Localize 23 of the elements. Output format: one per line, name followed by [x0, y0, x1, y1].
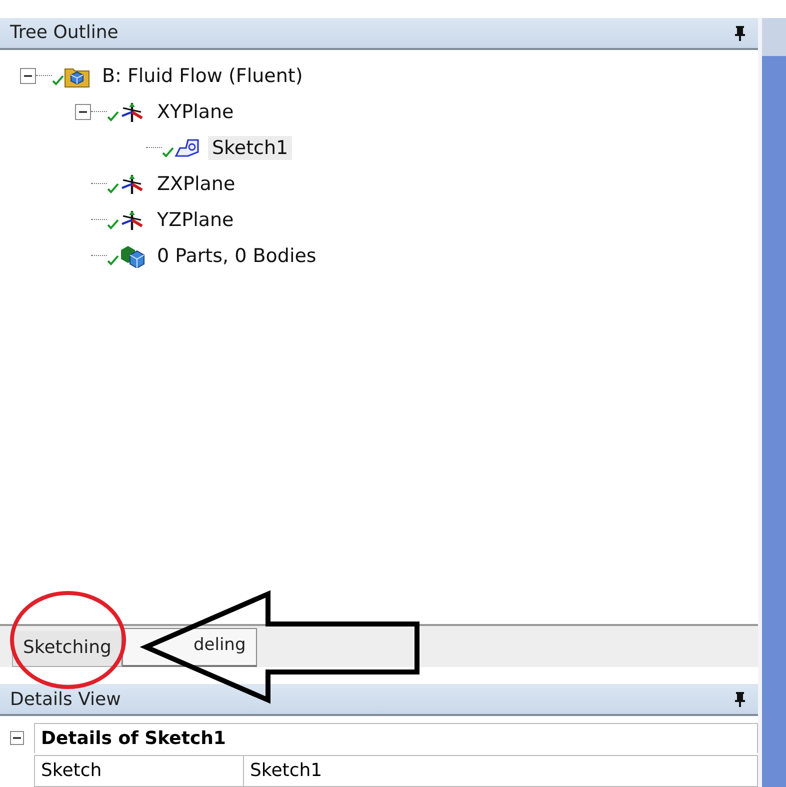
pin-icon[interactable] — [734, 691, 746, 707]
collapse-toggle[interactable] — [75, 104, 91, 120]
check-icon — [107, 218, 119, 230]
panel-title: Tree Outline — [10, 22, 118, 44]
check-icon — [107, 254, 119, 266]
group-title: Details of Sketch1 — [34, 723, 758, 754]
tree-item[interactable]: Sketch1 — [208, 136, 292, 160]
tree-item[interactable]: YZPlane — [153, 208, 238, 232]
check-icon — [162, 146, 174, 158]
property-value: Sketch1 — [249, 758, 324, 783]
pin-icon[interactable] — [734, 24, 746, 41]
property-name: Sketch — [35, 756, 244, 786]
check-icon — [107, 182, 119, 194]
check-icon — [107, 110, 119, 122]
collapse-toggle[interactable] — [20, 68, 36, 84]
tree-item[interactable]: ZXPlane — [153, 172, 240, 196]
tree-item[interactable]: 0 Parts, 0 Bodies — [153, 244, 320, 268]
cubes-icon — [119, 244, 145, 268]
check-icon — [52, 74, 64, 86]
tab[interactable]: Sketching — [12, 631, 122, 668]
tree-item[interactable]: XYPlane — [153, 100, 238, 124]
tree-item[interactable]: B: Fluid Flow (Fluent) — [98, 64, 307, 88]
panel-title: Details View — [10, 688, 121, 710]
